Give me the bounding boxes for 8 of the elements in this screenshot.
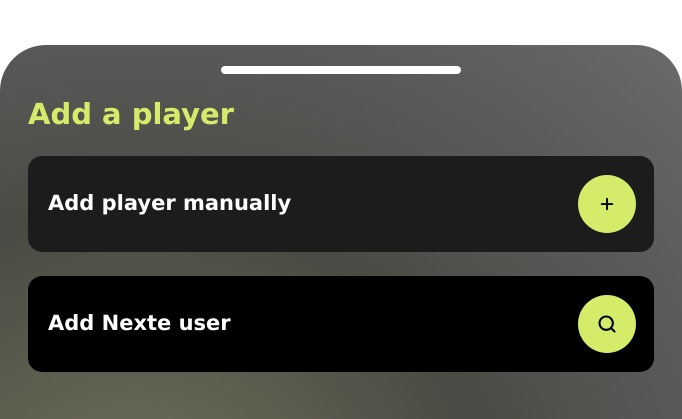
option-card[interactable]: Add player manually [28,156,654,252]
search-icon [597,314,617,334]
option-card[interactable]: Add Nexte user [28,276,654,372]
drag-handle[interactable] [221,66,461,74]
plus-icon [598,195,616,213]
option-label: Add Nexte user [48,310,231,338]
sheet-title: Add a player [28,96,235,132]
option-label: Add player manually [48,190,292,218]
